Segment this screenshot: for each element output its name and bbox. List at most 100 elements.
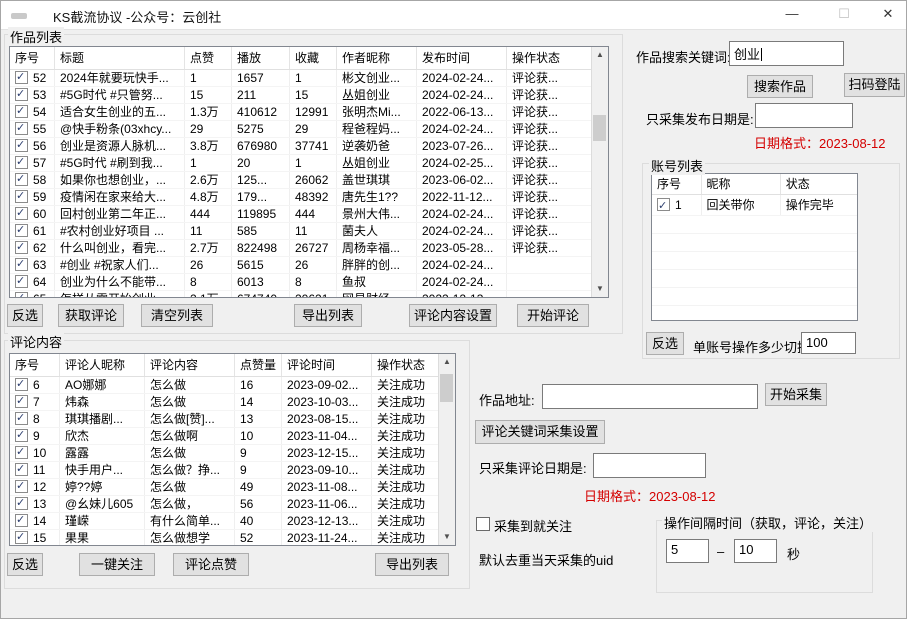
comments-table-row[interactable]: 7 炜森 怎么做 14 2023-10-03... 关注成功 bbox=[10, 394, 455, 411]
comments-table-row[interactable]: 14 瑾嵘 有什么简单... 40 2023-12-13... 关注成功 bbox=[10, 513, 455, 530]
scrollbar-down-icon[interactable]: ▼ bbox=[439, 529, 455, 545]
author-cell: 景州大伟... bbox=[337, 206, 417, 222]
row-checkbox[interactable] bbox=[15, 139, 28, 152]
works-table-row[interactable]: 64 创业为什么不能带... 8 6013 8 鱼叔 2024-02-24... bbox=[10, 274, 608, 291]
row-index-cell: 59 bbox=[10, 189, 55, 205]
commenter-cell: 快手用户... bbox=[60, 462, 145, 478]
col-header-index: 序号 bbox=[10, 47, 55, 69]
author-cell: 鱼叔 bbox=[337, 274, 417, 290]
work-url-input[interactable] bbox=[542, 384, 758, 409]
comments-table-row[interactable]: 9 欣杰 怎么做啊 10 2023-11-04... 关注成功 bbox=[10, 428, 455, 445]
works-table-row[interactable]: 55 @快手粉条(03xhcy... 29 5275 29 程爸程妈... 20… bbox=[10, 121, 608, 138]
row-checkbox[interactable] bbox=[15, 156, 28, 169]
row-checkbox[interactable] bbox=[15, 412, 28, 425]
row-checkbox[interactable] bbox=[15, 105, 28, 118]
comment-content-settings-button[interactable]: 评论内容设置 bbox=[409, 304, 497, 327]
interval-min-input[interactable]: 5 bbox=[666, 539, 709, 563]
row-checkbox[interactable] bbox=[15, 88, 28, 101]
comments-table-row[interactable]: 15 果果 怎么做想学 52 2023-11-24... 关注成功 bbox=[10, 530, 455, 546]
row-checkbox[interactable] bbox=[15, 514, 28, 527]
works-table-row[interactable]: 58 如果你也想创业，... 2.6万 125... 26062 盖世琪琪 20… bbox=[10, 172, 608, 189]
comments-export-button[interactable]: 导出列表 bbox=[375, 553, 449, 576]
interval-max-input[interactable]: 10 bbox=[734, 539, 777, 563]
row-checkbox[interactable] bbox=[15, 207, 28, 220]
row-checkbox[interactable] bbox=[15, 480, 28, 493]
comments-invert-button[interactable]: 反选 bbox=[7, 553, 43, 576]
row-checkbox[interactable] bbox=[15, 531, 28, 544]
comments-table-row[interactable]: 13 @幺妹儿605 怎么做， 56 2023-11-06... 关注成功 bbox=[10, 496, 455, 513]
works-table-row[interactable]: 65 怎样从零开始创业... 2.1万 674740 20621 网易财经 20… bbox=[10, 291, 608, 298]
date-cell: 2024-02-24... bbox=[417, 70, 507, 86]
follow-on-collect-checkbox[interactable] bbox=[476, 517, 490, 531]
works-invert-button[interactable]: 反选 bbox=[7, 304, 43, 327]
comments-table-row[interactable]: 6 AO娜娜 怎么做 16 2023-09-02... 关注成功 bbox=[10, 377, 455, 394]
row-checkbox[interactable] bbox=[15, 173, 28, 186]
works-table-row[interactable]: 63 #创业 #祝家人们... 26 5615 26 胖胖的创... 2024-… bbox=[10, 257, 608, 274]
start-collect-button[interactable]: 开始采集 bbox=[765, 383, 827, 406]
search-keyword-input[interactable]: 创业 bbox=[729, 41, 844, 66]
row-checkbox[interactable] bbox=[15, 292, 28, 298]
get-comments-button[interactable]: 获取评论 bbox=[58, 304, 124, 327]
comments-table-row[interactable]: 8 琪琪播剧... 怎么做[赞]... 13 2023-08-15... 关注成… bbox=[10, 411, 455, 428]
row-index-cell: 62 bbox=[10, 240, 55, 256]
comments-table-row[interactable]: 10 露露 怎么做 9 2023-12-15... 关注成功 bbox=[10, 445, 455, 462]
row-checkbox[interactable] bbox=[15, 122, 28, 135]
works-table-row[interactable]: 61 #农村创业好项目 ... 11 585 11 菌夫人 2024-02-24… bbox=[10, 223, 608, 240]
likes-cell: 11 bbox=[185, 223, 232, 239]
clear-list-button[interactable]: 清空列表 bbox=[141, 304, 213, 327]
scrollbar-up-icon[interactable]: ▲ bbox=[592, 47, 608, 63]
row-checkbox[interactable] bbox=[15, 429, 28, 442]
author-cell: 胖胖的创... bbox=[337, 257, 417, 273]
row-index-cell: 10 bbox=[10, 445, 60, 461]
account-switch-input[interactable]: 100 bbox=[801, 332, 856, 354]
works-table-row[interactable]: 53 #5G时代 #只管努... 15 211 15 丛姐创业 2024-02-… bbox=[10, 87, 608, 104]
scrollbar-down-icon[interactable]: ▼ bbox=[592, 281, 608, 297]
works-table-row[interactable]: 59 疫情闲在家来给大... 4.8万 179... 48392 唐先生1?? … bbox=[10, 189, 608, 206]
row-checkbox[interactable] bbox=[15, 275, 28, 288]
row-checkbox[interactable] bbox=[657, 198, 670, 211]
comments-table-row[interactable]: 11 快手用户... 怎么做？挣... 9 2023-09-10... 关注成功 bbox=[10, 462, 455, 479]
commenter-cell: 婷??婷 bbox=[60, 479, 145, 495]
works-scrollbar[interactable]: ▲ ▼ bbox=[591, 47, 608, 297]
dedupe-note: 默认去重当天采集的uid bbox=[479, 550, 613, 569]
comment-date-input[interactable] bbox=[593, 453, 706, 478]
start-comment-button[interactable]: 开始评论 bbox=[517, 304, 589, 327]
comments-scrollbar-thumb[interactable] bbox=[440, 374, 453, 402]
date-cell: 2024-02-24... bbox=[417, 206, 507, 222]
works-table-row[interactable]: 54 适合女生创业的五... 1.3万 410612 12991 张明杰Mi..… bbox=[10, 104, 608, 121]
accounts-invert-button[interactable]: 反选 bbox=[646, 332, 684, 355]
row-checkbox[interactable] bbox=[15, 224, 28, 237]
row-checkbox[interactable] bbox=[15, 463, 28, 476]
minimize-icon[interactable]: — bbox=[771, 1, 813, 29]
works-table-row[interactable]: 57 #5G时代 #刷到我... 1 20 1 丛姐创业 2024-02-25.… bbox=[10, 155, 608, 172]
row-checkbox[interactable] bbox=[15, 378, 28, 391]
comments-scrollbar[interactable]: ▲ ▼ bbox=[438, 354, 455, 545]
like-comments-button[interactable]: 评论点赞 bbox=[173, 553, 249, 576]
row-checkbox[interactable] bbox=[15, 395, 28, 408]
search-works-button[interactable]: 搜索作品 bbox=[747, 75, 813, 98]
scrollbar-up-icon[interactable]: ▲ bbox=[439, 354, 455, 370]
qr-login-button[interactable]: 扫码登陆 bbox=[844, 73, 905, 97]
row-checkbox[interactable] bbox=[15, 497, 28, 510]
row-checkbox[interactable] bbox=[15, 241, 28, 254]
row-checkbox[interactable] bbox=[15, 258, 28, 271]
works-scrollbar-thumb[interactable] bbox=[593, 115, 606, 141]
works-table-row[interactable]: 56 创业是资源人脉机... 3.8万 676980 37741 逆袭奶爸 20… bbox=[10, 138, 608, 155]
favs-cell: 444 bbox=[290, 206, 337, 222]
likes-cell: 56 bbox=[235, 496, 282, 512]
row-checkbox[interactable] bbox=[15, 71, 28, 84]
works-table-row[interactable]: 52 2024年就要玩快手... 1 1657 1 彬文创业... 2024-0… bbox=[10, 70, 608, 87]
works-export-button[interactable]: 导出列表 bbox=[294, 304, 362, 327]
maximize-icon[interactable]: ☐ bbox=[823, 1, 865, 29]
row-checkbox[interactable] bbox=[15, 190, 28, 203]
accounts-table-row[interactable]: 1 回关带你 操作完毕 bbox=[652, 195, 857, 216]
works-table-row[interactable]: 60 回村创业第二年正... 444 119895 444 景州大伟... 20… bbox=[10, 206, 608, 223]
comment-keyword-collect-settings-button[interactable]: 评论关键词采集设置 bbox=[475, 420, 605, 444]
publish-date-input[interactable] bbox=[755, 103, 853, 128]
plays-cell: 20 bbox=[232, 155, 290, 171]
row-checkbox[interactable] bbox=[15, 446, 28, 459]
follow-all-button[interactable]: 一键关注 bbox=[79, 553, 155, 576]
comments-table-row[interactable]: 12 婷??婷 怎么做 49 2023-11-08... 关注成功 bbox=[10, 479, 455, 496]
works-table-row[interactable]: 62 什么叫创业，看完... 2.7万 822498 26727 周杨幸福...… bbox=[10, 240, 608, 257]
close-icon[interactable]: ✕ bbox=[867, 1, 907, 29]
